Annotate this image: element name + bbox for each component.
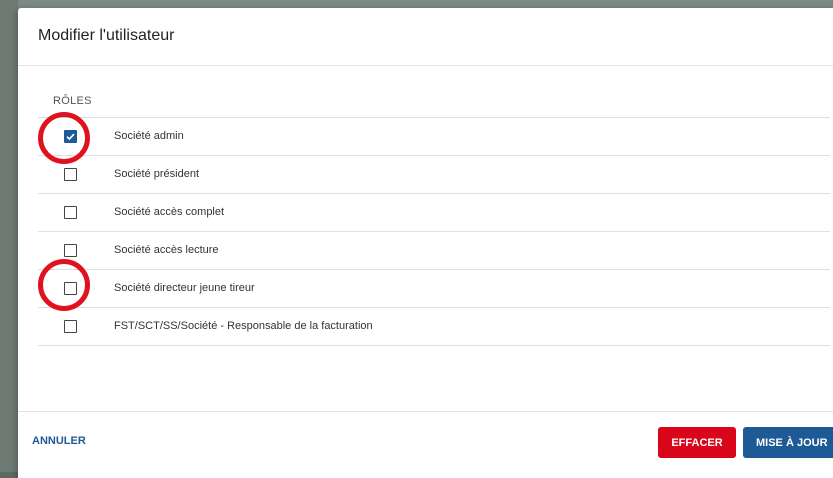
dialog-footer: ANNULER EFFACER MISE À JOUR [18,411,833,472]
role-label: Société directeur jeune tireur [114,282,255,294]
clear-button[interactable]: EFFACER [658,427,736,458]
role-label: Société président [114,168,199,180]
role-row-responsable-facturation[interactable]: FST/SCT/SS/Société - Responsable de la f… [38,308,830,346]
role-checkbox-societe-president[interactable] [64,168,77,181]
dialog-title: Modifier l'utilisateur [38,27,175,44]
role-checkbox-societe-acces-complet[interactable] [64,206,77,219]
dialog-header: Modifier l'utilisateur [18,8,833,66]
annotation-circle-directeur [38,259,90,311]
cancel-button[interactable]: ANNULER [32,433,86,449]
role-label: FST/SCT/SS/Société - Responsable de la f… [114,320,373,332]
backdrop-left [0,0,18,472]
role-label: Société accès complet [114,206,225,218]
edit-user-dialog: Modifier l'utilisateur RÔLES Société adm… [18,8,833,478]
role-row-societe-acces-lecture[interactable]: Société accès lecture [38,232,830,270]
role-row-societe-acces-complet[interactable]: Société accès complet [38,194,830,232]
role-row-societe-president[interactable]: Société président [38,156,830,194]
roles-table: RÔLES Société admin Société président So… [38,88,830,346]
role-checkbox-societe-acces-lecture[interactable] [64,244,77,257]
role-row-societe-admin[interactable]: Société admin [38,118,830,156]
role-label: Société admin [114,130,184,142]
role-label: Société accès lecture [114,244,219,256]
role-row-societe-directeur-jeune-tireur[interactable]: Société directeur jeune tireur [38,270,830,308]
roles-header: RÔLES [38,88,830,118]
annotation-circle-admin [38,112,90,164]
update-button[interactable]: MISE À JOUR [743,427,833,458]
roles-header-label: RÔLES [53,95,92,107]
role-checkbox-responsable-facturation[interactable] [64,320,77,333]
